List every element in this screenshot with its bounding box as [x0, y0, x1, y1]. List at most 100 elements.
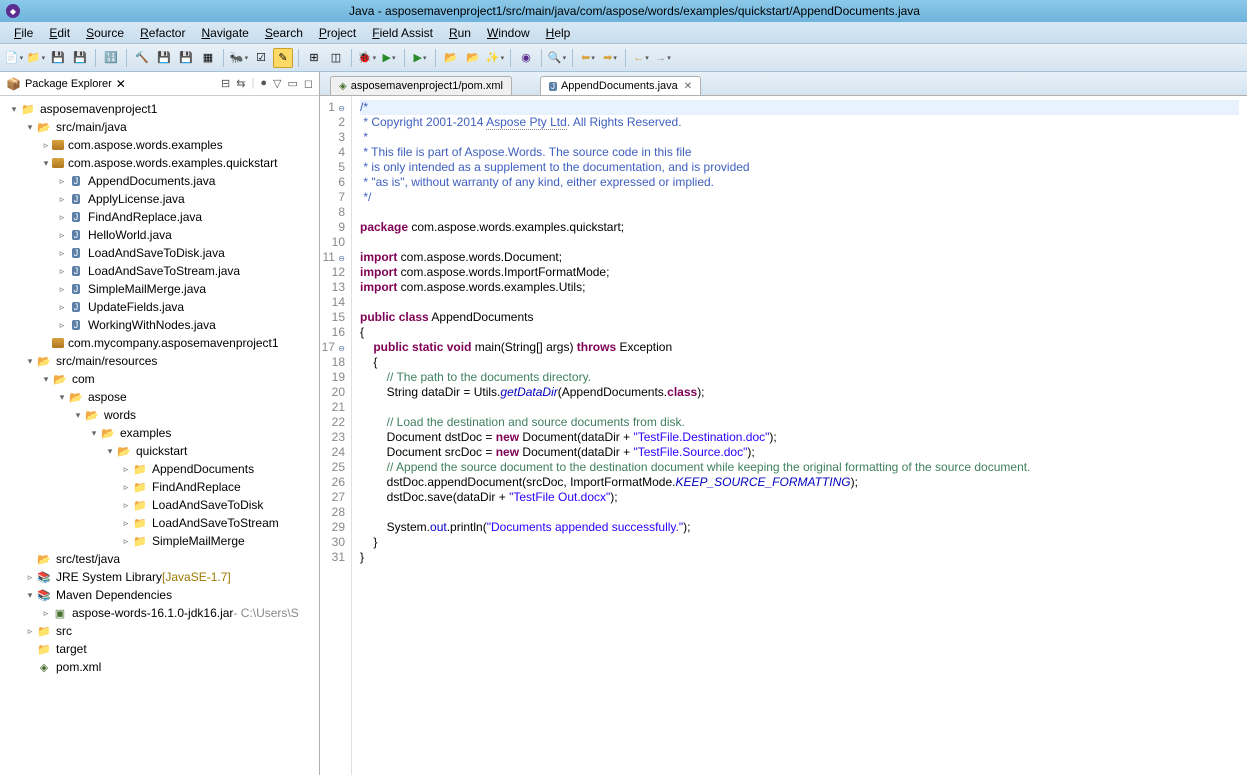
- ant-button[interactable]: 🐜: [229, 48, 249, 68]
- run-ext-button[interactable]: ▶: [410, 48, 430, 68]
- tree-item[interactable]: ▹com.aspose.words.examples: [0, 136, 319, 154]
- tree-item[interactable]: ▹com.mycompany.asposemavenproject1: [0, 334, 319, 352]
- twisty-icon[interactable]: ▹: [40, 140, 52, 151]
- tree-item[interactable]: ▹▣aspose-words-16.1.0-jdk16.jar - C:\Use…: [0, 604, 319, 622]
- window-button[interactable]: ⊞: [304, 48, 324, 68]
- open-folder-button[interactable]: 📂: [441, 48, 461, 68]
- twisty-icon[interactable]: ▹: [56, 284, 68, 295]
- editor-tab[interactable]: JAppendDocuments.java✕: [540, 76, 701, 95]
- twisty-icon[interactable]: ▹: [56, 194, 68, 205]
- menu-navigate[interactable]: Navigate: [193, 26, 256, 40]
- twisty-icon[interactable]: ▹: [120, 536, 132, 547]
- maximize-icon[interactable]: ◻: [304, 77, 313, 90]
- tree-item[interactable]: ▾📁asposemavenproject1: [0, 100, 319, 118]
- tree-item[interactable]: ▹JHelloWorld.java: [0, 226, 319, 244]
- twisty-icon[interactable]: ▾: [56, 392, 68, 403]
- focus-icon[interactable]: ●: [260, 77, 267, 90]
- twisty-icon[interactable]: ▹: [56, 248, 68, 259]
- tree-item[interactable]: ▹📁LoadAndSaveToDisk: [0, 496, 319, 514]
- history-back-button[interactable]: ←: [631, 48, 651, 68]
- twisty-icon[interactable]: ▾: [24, 590, 36, 601]
- tree-item[interactable]: ▾📚Maven Dependencies: [0, 586, 319, 604]
- link-editor-icon[interactable]: ⇆: [236, 77, 245, 90]
- run-button[interactable]: ▶: [379, 48, 399, 68]
- grid-button[interactable]: ▦: [198, 48, 218, 68]
- twisty-icon[interactable]: ▹: [56, 266, 68, 277]
- tree-item[interactable]: ▹📁LoadAndSaveToStream: [0, 514, 319, 532]
- collapse-all-icon[interactable]: ⊟: [221, 77, 230, 90]
- twisty-icon[interactable]: ▾: [24, 356, 36, 367]
- tree-item[interactable]: ▹JSimpleMailMerge.java: [0, 280, 319, 298]
- save2-button[interactable]: 💾: [154, 48, 174, 68]
- tree-item[interactable]: ▹JLoadAndSaveToDisk.java: [0, 244, 319, 262]
- build-button[interactable]: 🔨: [132, 48, 152, 68]
- menu-search[interactable]: Search: [257, 26, 311, 40]
- wand-button[interactable]: ✨: [485, 48, 505, 68]
- toggle-button[interactable]: ☑: [251, 48, 271, 68]
- tree-item[interactable]: ▹JWorkingWithNodes.java: [0, 316, 319, 334]
- tree-item[interactable]: ▹📁src: [0, 622, 319, 640]
- tree-item[interactable]: ▹📁SimpleMailMerge: [0, 532, 319, 550]
- twisty-icon[interactable]: ▹: [40, 608, 52, 619]
- view-menu-icon[interactable]: ▽: [273, 77, 281, 90]
- twisty-icon[interactable]: ▹: [56, 176, 68, 187]
- menu-project[interactable]: Project: [311, 26, 364, 40]
- new-project-button[interactable]: 📁: [26, 48, 46, 68]
- tree-item[interactable]: ▹JLoadAndSaveToStream.java: [0, 262, 319, 280]
- close-tab-icon[interactable]: ✕: [684, 81, 692, 92]
- twisty-icon[interactable]: ▾: [24, 122, 36, 133]
- tree-item[interactable]: ▾📂words: [0, 406, 319, 424]
- code-content[interactable]: /* * Copyright 2001-2014 Aspose Pty Ltd.…: [352, 96, 1247, 775]
- tree-item[interactable]: ▹◈pom.xml: [0, 658, 319, 676]
- tree-item[interactable]: ▹📂src/test/java: [0, 550, 319, 568]
- menu-file[interactable]: File: [6, 26, 41, 40]
- tree-item[interactable]: ▾📂src/main/java: [0, 118, 319, 136]
- menu-source[interactable]: Source: [78, 26, 132, 40]
- code-editor[interactable]: 1 ⊖234567891011 ⊖121314151617 ⊖181920212…: [320, 96, 1247, 775]
- twisty-icon[interactable]: ▾: [40, 374, 52, 385]
- twisty-icon[interactable]: ▹: [56, 320, 68, 331]
- twisty-icon[interactable]: ▾: [40, 158, 52, 169]
- tree-item[interactable]: ▾📂aspose: [0, 388, 319, 406]
- open2-button[interactable]: 📂: [463, 48, 483, 68]
- save3-button[interactable]: 💾: [176, 48, 196, 68]
- menu-refactor[interactable]: Refactor: [132, 26, 193, 40]
- tree-item[interactable]: ▾📂src/main/resources: [0, 352, 319, 370]
- twisty-icon[interactable]: ▹: [56, 230, 68, 241]
- tree-item[interactable]: ▹JFindAndReplace.java: [0, 208, 319, 226]
- search-button[interactable]: 🔍: [547, 48, 567, 68]
- menu-edit[interactable]: Edit: [41, 26, 78, 40]
- pencil-button[interactable]: ✎: [273, 48, 293, 68]
- tree-item[interactable]: ▹JAppendDocuments.java: [0, 172, 319, 190]
- twisty-icon[interactable]: ▹: [120, 500, 132, 511]
- twisty-icon[interactable]: ▾: [104, 446, 116, 457]
- twisty-icon[interactable]: ▾: [72, 410, 84, 421]
- tree-item[interactable]: ▾com.aspose.words.examples.quickstart: [0, 154, 319, 172]
- menu-help[interactable]: Help: [538, 26, 579, 40]
- close-view-icon[interactable]: ✕: [116, 77, 126, 91]
- twisty-icon[interactable]: ▹: [24, 572, 36, 583]
- debug-button[interactable]: 🐞: [357, 48, 377, 68]
- twisty-icon[interactable]: ▾: [8, 104, 20, 115]
- tree-item[interactable]: ▹JUpdateFields.java: [0, 298, 319, 316]
- save-all-button[interactable]: 💾: [70, 48, 90, 68]
- twisty-icon[interactable]: ▹: [120, 464, 132, 475]
- tree-item[interactable]: ▹📁FindAndReplace: [0, 478, 319, 496]
- back-button[interactable]: ⬅: [578, 48, 598, 68]
- tree-item[interactable]: ▹📁AppendDocuments: [0, 460, 319, 478]
- forward-button[interactable]: ➡: [600, 48, 620, 68]
- twisty-icon[interactable]: ▹: [120, 518, 132, 529]
- editor-tab[interactable]: ◈asposemavenproject1/pom.xml: [330, 76, 512, 95]
- tree-item[interactable]: ▹📁target: [0, 640, 319, 658]
- minimize-icon[interactable]: ▭: [287, 77, 297, 90]
- twisty-icon[interactable]: ▹: [24, 626, 36, 637]
- project-tree[interactable]: ▾📁asposemavenproject1▾📂src/main/java▹com…: [0, 96, 319, 775]
- menu-field-assist[interactable]: Field Assist: [364, 26, 441, 40]
- layout-button[interactable]: ◫: [326, 48, 346, 68]
- twisty-icon[interactable]: ▹: [120, 482, 132, 493]
- menu-window[interactable]: Window: [479, 26, 538, 40]
- twisty-icon[interactable]: ▹: [56, 212, 68, 223]
- tree-item[interactable]: ▾📂examples: [0, 424, 319, 442]
- tree-item[interactable]: ▹📚JRE System Library [JavaSE-1.7]: [0, 568, 319, 586]
- history-fwd-button[interactable]: →: [653, 48, 673, 68]
